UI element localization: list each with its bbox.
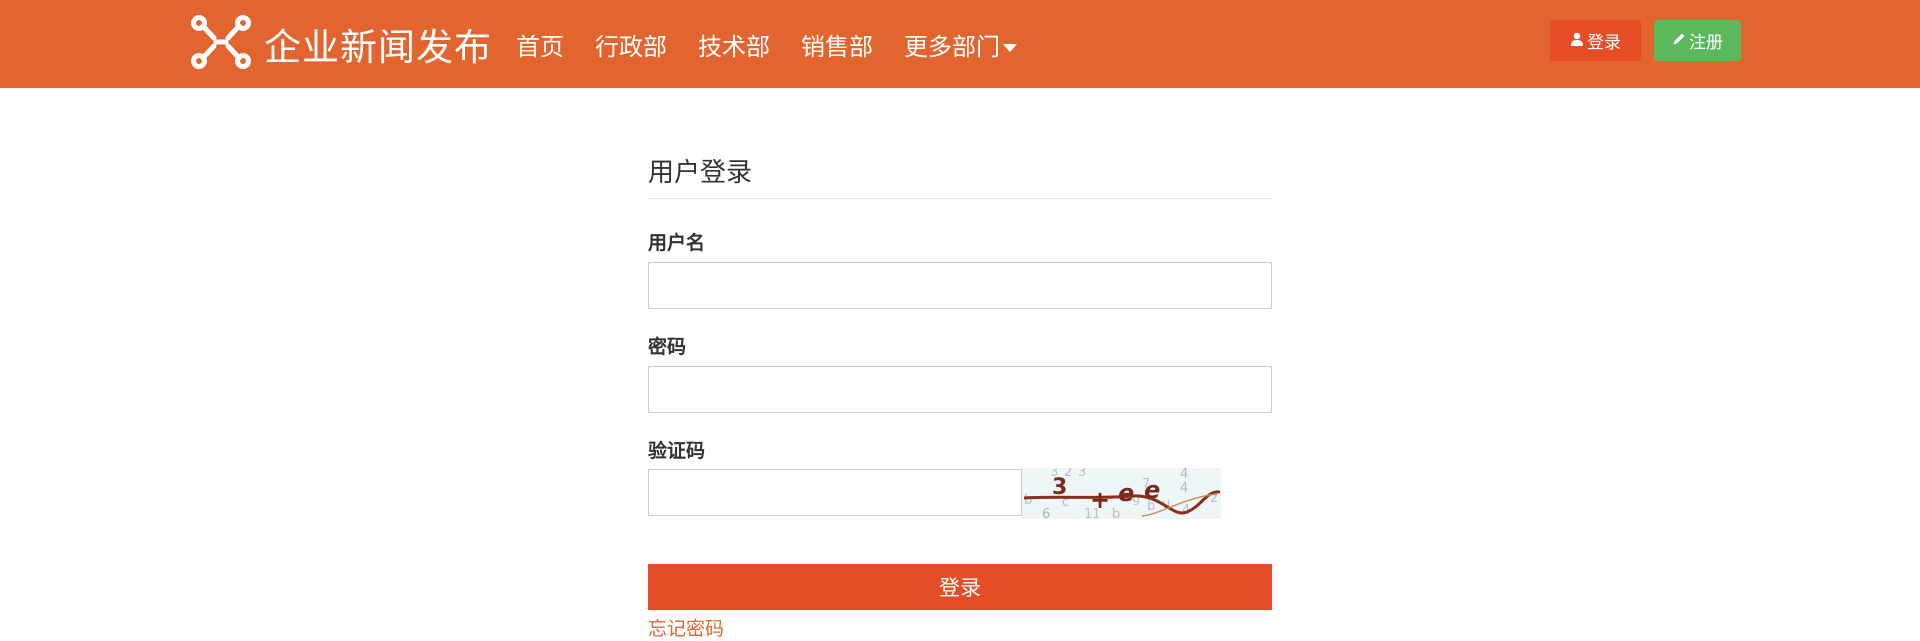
header-register-button[interactable]: 注册 (1654, 20, 1741, 61)
captcha-input[interactable] (648, 469, 1022, 516)
user-icon (1570, 31, 1587, 51)
top-navbar: 企业新闻发布 首页 行政部 技术部 销售部 更多部门 登录 注册 (0, 0, 1920, 88)
captcha-label: 验证码 (648, 440, 706, 462)
header-login-button[interactable]: 登录 (1550, 20, 1641, 61)
password-label: 密码 (648, 336, 687, 358)
svg-text:+: + (1090, 486, 1110, 514)
svg-text:e: e (1118, 479, 1134, 507)
svg-text:3: 3 (1052, 475, 1067, 500)
nav-item-tech-dept[interactable]: 技术部 (698, 27, 770, 62)
svg-text:b: b (1112, 507, 1120, 519)
nav-item-sales-dept[interactable]: 销售部 (801, 27, 873, 62)
svg-text:4: 4 (1180, 468, 1188, 482)
login-submit-button[interactable]: 登录 (648, 564, 1272, 610)
login-panel: 用户登录 用户名 密码 验证码 3 2 3 7 4 4 4 2 b 6 11 b… (648, 150, 1272, 640)
svg-text:e: e (1144, 476, 1160, 504)
nav-item-more-dropdown[interactable]: 更多部门 (904, 27, 1017, 62)
svg-text:3: 3 (1078, 468, 1086, 480)
caret-down-icon (1003, 43, 1017, 52)
pencil-icon (1672, 31, 1689, 51)
svg-text:b: b (1024, 493, 1032, 508)
svg-text:4: 4 (1180, 481, 1188, 496)
captcha-image[interactable]: 3 2 3 7 4 4 4 2 b 6 11 b b c g u 3 + e e (1022, 465, 1221, 522)
password-input[interactable] (648, 366, 1272, 413)
username-input[interactable] (648, 262, 1272, 309)
nav-item-more-label: 更多部门 (904, 32, 1000, 61)
header-register-label: 注册 (1689, 33, 1723, 53)
svg-text:6: 6 (1042, 507, 1050, 519)
header-login-label: 登录 (1587, 33, 1621, 53)
network-nodes-icon (190, 15, 252, 73)
nav-item-admin-dept[interactable]: 行政部 (595, 27, 667, 62)
username-label: 用户名 (648, 232, 706, 254)
login-title: 用户登录 (648, 150, 1272, 199)
brand-link[interactable]: 企业新闻发布 (190, 15, 492, 73)
main-nav: 首页 行政部 技术部 销售部 更多部门 (516, 26, 1048, 62)
forgot-password-link[interactable]: 忘记密码 (648, 614, 724, 641)
nav-item-home[interactable]: 首页 (516, 27, 564, 62)
brand-name: 企业新闻发布 (264, 26, 492, 69)
